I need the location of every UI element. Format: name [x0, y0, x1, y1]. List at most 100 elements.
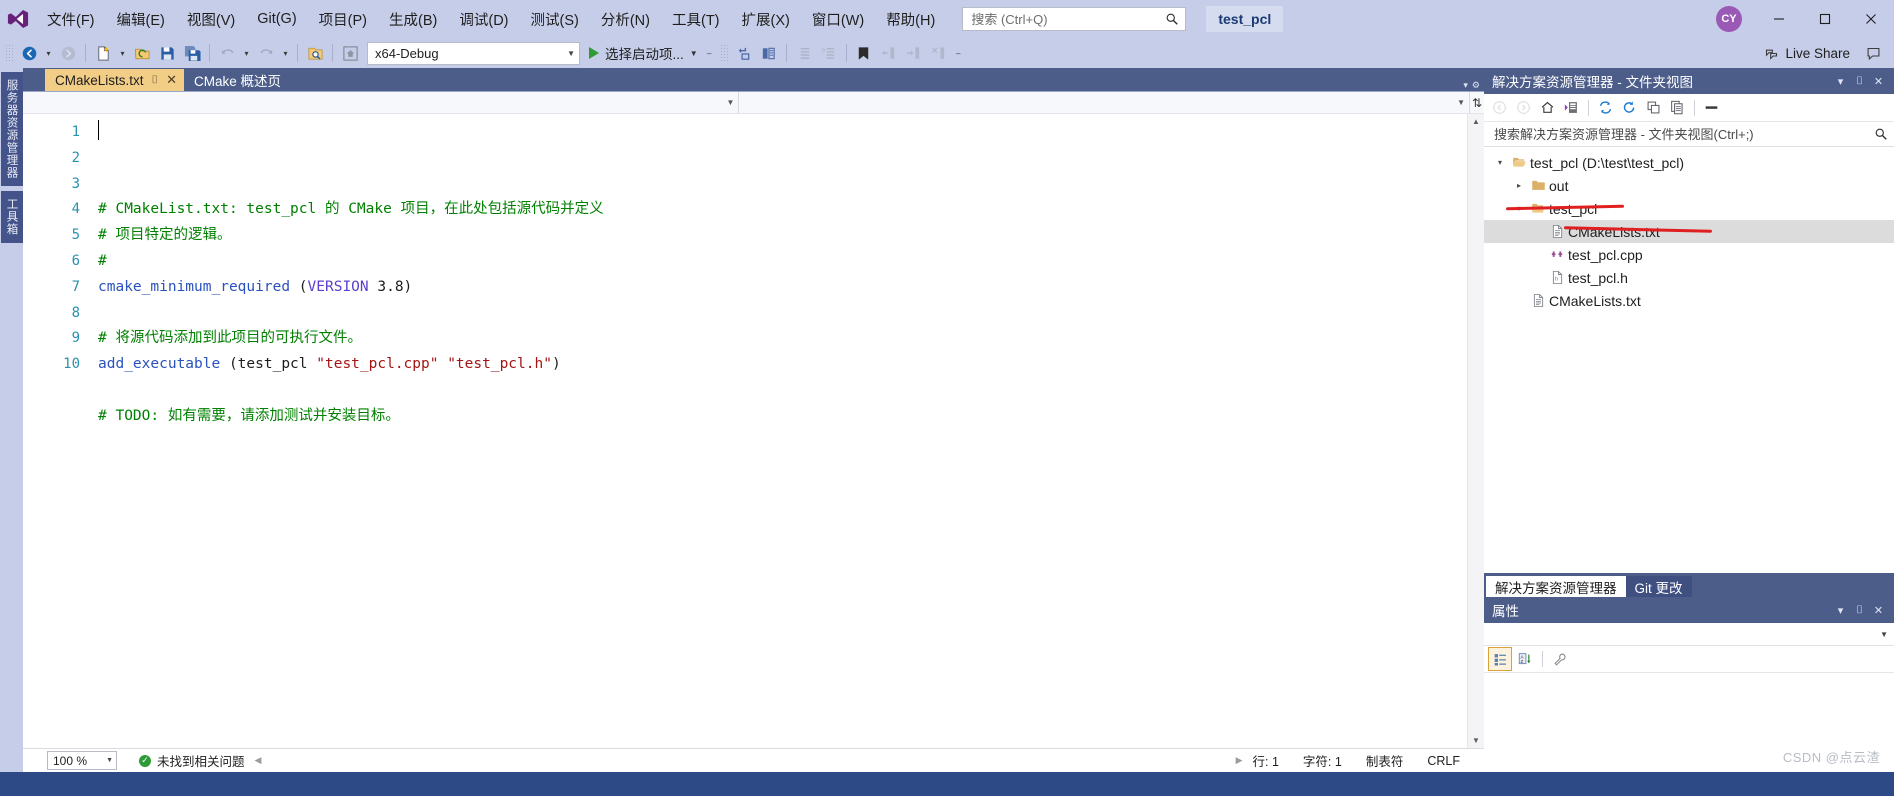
dock-tab-git-changes[interactable]: Git 更改: [1625, 576, 1692, 597]
navbar-split-button[interactable]: ⇅: [1470, 92, 1484, 113]
solution-search-input[interactable]: [1492, 125, 1874, 143]
dock-tab-solution-explorer[interactable]: 解决方案资源管理器: [1486, 576, 1626, 597]
menu-item-edit[interactable]: 编辑(E): [106, 5, 176, 34]
configuration-selector[interactable]: x64-Debug ▼: [367, 41, 580, 65]
scroll-down-icon[interactable]: ▼: [1472, 733, 1480, 748]
window-minimize-button[interactable]: [1756, 0, 1802, 38]
scroll-right-icon[interactable]: ▶: [1236, 755, 1243, 766]
editor-vertical-scrollbar[interactable]: ▲ ▼: [1467, 114, 1484, 748]
document-tab-cmakelists[interactable]: CMakeLists.txt ⌷ ✕: [45, 69, 185, 91]
save-all-icon[interactable]: [180, 41, 204, 65]
new-file-icon[interactable]: [91, 41, 115, 65]
properties-object-selector[interactable]: ▼: [1484, 623, 1894, 646]
tree-node[interactable]: h test_pcl.h: [1484, 266, 1894, 289]
decrease-indent-icon[interactable]: [792, 41, 816, 65]
open-file-icon[interactable]: [130, 41, 154, 65]
indicator-margin[interactable]: [23, 114, 38, 748]
tab-list-dropdown-icon[interactable]: ▾: [1463, 80, 1468, 91]
toggle-bookmark-icon[interactable]: [852, 41, 876, 65]
step-into-icon[interactable]: [732, 41, 756, 65]
sync-with-active-document-icon[interactable]: [1594, 96, 1617, 119]
navigate-forward-icon[interactable]: [56, 41, 80, 65]
collapse-all-icon[interactable]: [1642, 96, 1665, 119]
tree-node[interactable]: ▾ test_pcl: [1484, 197, 1894, 220]
home-icon[interactable]: [1536, 96, 1559, 119]
undo-dropdown-icon[interactable]: ▾: [240, 41, 253, 65]
avatar[interactable]: CY: [1716, 6, 1742, 32]
redo-icon[interactable]: [254, 41, 278, 65]
menu-item-extensions[interactable]: 扩展(X): [731, 5, 801, 34]
menu-item-view[interactable]: 视图(V): [176, 5, 246, 34]
categorized-view-icon[interactable]: [1488, 647, 1512, 671]
toolbar-grip[interactable]: [5, 44, 13, 62]
pin-icon[interactable]: ⌷: [152, 74, 159, 87]
window-maximize-button[interactable]: [1802, 0, 1848, 38]
switch-views-icon[interactable]: [1560, 96, 1583, 119]
toolbar-grip[interactable]: [719, 44, 728, 62]
editor-horizontal-scrollbar[interactable]: ◀ ▶: [255, 754, 1243, 768]
start-debug-button[interactable]: 选择启动项... ▼: [585, 41, 702, 65]
navigate-backward-dropdown-icon[interactable]: ▾: [42, 41, 55, 65]
show-all-files-icon[interactable]: [1666, 96, 1689, 119]
navbar-member-selector[interactable]: ▼: [739, 92, 1470, 113]
scroll-left-icon[interactable]: ◀: [255, 755, 262, 766]
home-page-icon[interactable]: [338, 41, 362, 65]
pin-icon[interactable]: ⌷: [1850, 71, 1869, 91]
menu-item-tools[interactable]: 工具(T): [661, 5, 731, 34]
zoom-selector[interactable]: 100 % ▼: [47, 751, 117, 770]
forward-icon[interactable]: [1512, 96, 1535, 119]
menu-item-debug[interactable]: 调试(D): [448, 5, 519, 34]
property-pages-icon[interactable]: [1549, 648, 1571, 670]
new-file-dropdown-icon[interactable]: ▾: [116, 41, 129, 65]
save-icon[interactable]: [155, 41, 179, 65]
step-over-icon[interactable]: [757, 41, 781, 65]
panel-menu-icon[interactable]: ▾: [1831, 600, 1850, 620]
tree-node[interactable]: CMakeLists.txt: [1484, 220, 1894, 243]
comment-block-icon[interactable]: ?: [817, 41, 841, 65]
tree-node[interactable]: test_pcl.cpp: [1484, 243, 1894, 266]
menu-item-test[interactable]: 测试(S): [520, 5, 590, 34]
tree-expander-icon[interactable]: ▾: [1492, 158, 1508, 167]
menu-item-git[interactable]: Git(G): [246, 7, 307, 31]
close-icon[interactable]: ✕: [1869, 71, 1888, 91]
find-in-files-icon[interactable]: [303, 41, 327, 65]
start-options-icon[interactable]: –: [703, 41, 716, 65]
solution-explorer-search[interactable]: [1484, 122, 1894, 147]
tree-node[interactable]: ▾ test_pcl (D:\test\test_pcl): [1484, 151, 1894, 174]
tool-tab-server-explorer[interactable]: 服务器资源管理器: [0, 72, 23, 186]
search-input[interactable]: [969, 10, 1166, 28]
alphabetical-view-icon[interactable]: AZ: [1514, 648, 1536, 670]
navbar-scope-selector[interactable]: ▼: [23, 92, 740, 113]
feedback-icon[interactable]: [1860, 40, 1886, 66]
navigate-backward-icon[interactable]: [17, 41, 41, 65]
clear-bookmarks-icon[interactable]: [927, 41, 951, 65]
back-icon[interactable]: [1488, 96, 1511, 119]
refresh-icon[interactable]: [1618, 96, 1641, 119]
pin-icon[interactable]: ⌷: [1850, 600, 1869, 620]
tree-expander-icon[interactable]: ▾: [1511, 204, 1527, 213]
menu-item-file[interactable]: 文件(F): [36, 5, 106, 34]
solution-tree[interactable]: ▾ test_pcl (D:\test\test_pcl) ▸ out ▾ test_pc…: [1484, 147, 1894, 573]
document-tab-cmake-overview[interactable]: CMake 概述页: [184, 69, 289, 91]
panel-menu-icon[interactable]: ▾: [1831, 71, 1850, 91]
undo-icon[interactable]: [215, 41, 239, 65]
close-icon[interactable]: ✕: [166, 72, 177, 88]
quick-launch-search[interactable]: [962, 7, 1187, 31]
properties-icon[interactable]: [1700, 96, 1723, 119]
code-text[interactable]: # CMakeList.txt: test_pcl 的 CMake 项目，在此处…: [88, 114, 1467, 748]
scroll-up-icon[interactable]: ▲: [1472, 114, 1480, 129]
tree-node[interactable]: ▸ out: [1484, 174, 1894, 197]
tree-expander-icon[interactable]: ▸: [1511, 181, 1527, 190]
code-editor-area[interactable]: 1 2 3 4 5 6 7 8 9 10 # CMakeList.txt: te…: [23, 114, 1484, 748]
chevron-down-icon[interactable]: ▼: [690, 49, 698, 58]
tool-tab-toolbox[interactable]: 工具箱: [0, 191, 23, 243]
menu-item-analyze[interactable]: 分析(N): [590, 5, 661, 34]
live-share-button[interactable]: Live Share: [1755, 43, 1859, 64]
tab-settings-icon[interactable]: ⚙: [1472, 80, 1480, 91]
redo-dropdown-icon[interactable]: ▾: [279, 41, 292, 65]
previous-bookmark-icon[interactable]: [877, 41, 901, 65]
tree-node[interactable]: CMakeLists.txt: [1484, 289, 1894, 312]
menu-item-help[interactable]: 帮助(H): [875, 5, 946, 34]
menu-item-window[interactable]: 窗口(W): [801, 5, 875, 34]
next-bookmark-icon[interactable]: [902, 41, 926, 65]
